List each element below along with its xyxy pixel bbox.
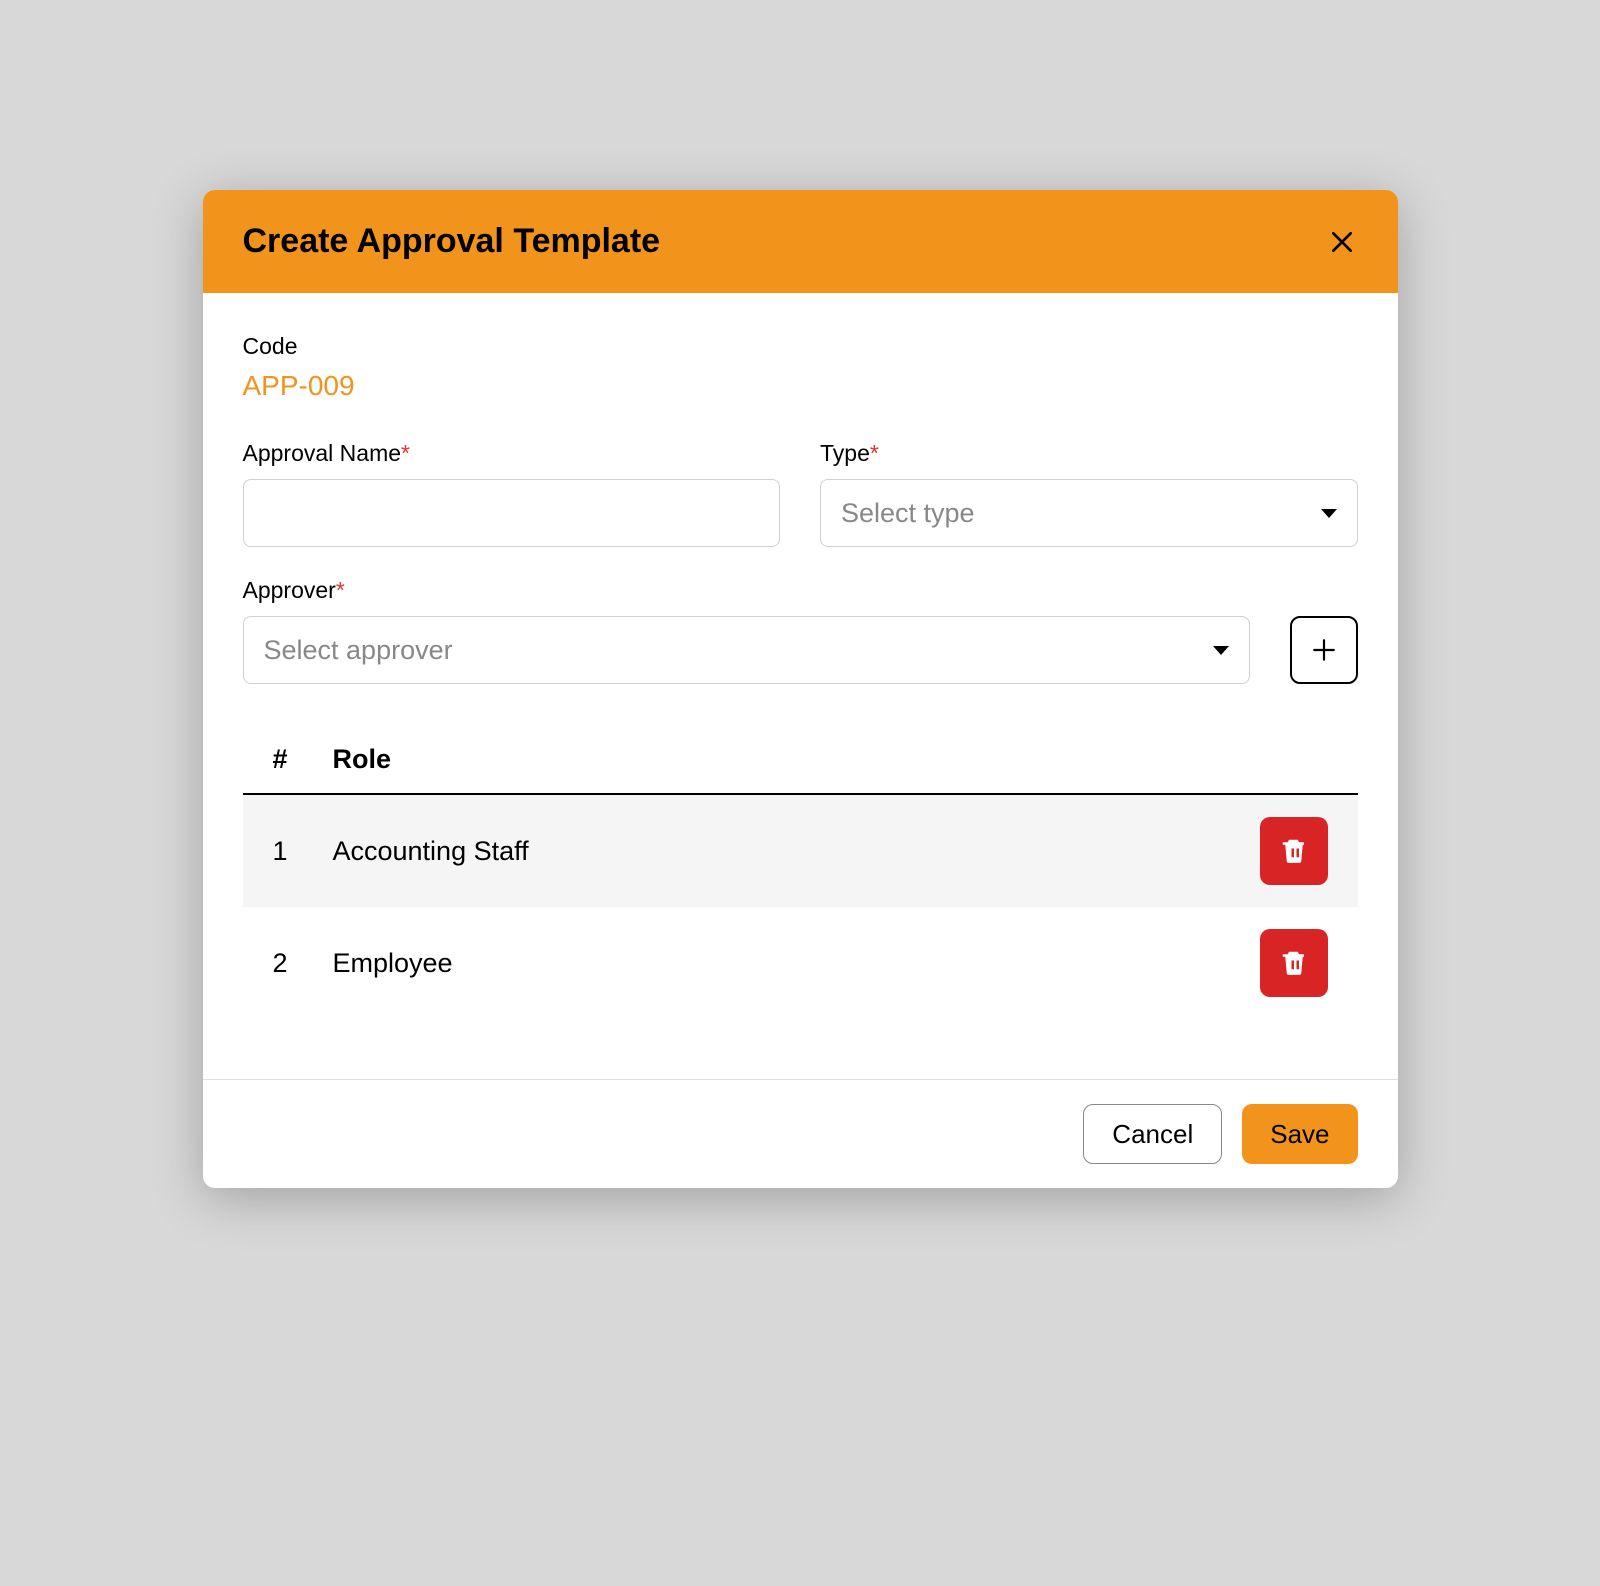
code-label: Code xyxy=(243,333,1358,360)
approval-template-modal: Create Approval Template Code APP-009 Ap… xyxy=(203,190,1398,1188)
close-button[interactable] xyxy=(1326,226,1358,258)
approval-name-input[interactable] xyxy=(243,479,781,547)
approver-row: Approver* Select approver xyxy=(243,577,1358,684)
row-action xyxy=(1258,817,1328,885)
approver-placeholder: Select approver xyxy=(264,635,453,666)
row-number: 1 xyxy=(273,836,333,867)
type-label: Type* xyxy=(820,440,1358,467)
approval-name-group: Approval Name* xyxy=(243,440,781,547)
th-role: Role xyxy=(333,744,1328,775)
save-button[interactable]: Save xyxy=(1242,1104,1357,1164)
cancel-button[interactable]: Cancel xyxy=(1083,1104,1222,1164)
close-icon xyxy=(1329,229,1355,255)
type-placeholder: Select type xyxy=(841,498,975,529)
type-select[interactable]: Select type xyxy=(820,479,1358,547)
table-head: # Role xyxy=(243,744,1358,795)
code-value: APP-009 xyxy=(243,370,1358,402)
modal-body: Code APP-009 Approval Name* Type* Select… xyxy=(203,293,1398,1079)
approver-label: Approver* xyxy=(243,577,1250,604)
plus-icon xyxy=(1311,637,1337,663)
modal-header: Create Approval Template xyxy=(203,190,1398,293)
delete-row-button[interactable] xyxy=(1260,817,1328,885)
table-row: 2 Employee xyxy=(243,907,1358,1019)
table-row: 1 Accounting Staff xyxy=(243,795,1358,907)
form-row-1: Approval Name* Type* Select type xyxy=(243,440,1358,547)
approver-group: Approver* Select approver xyxy=(243,577,1250,684)
chevron-down-icon xyxy=(1321,509,1337,518)
required-asterisk: * xyxy=(336,577,345,603)
modal-title: Create Approval Template xyxy=(243,222,661,261)
trash-icon xyxy=(1279,836,1309,866)
required-asterisk: * xyxy=(870,440,879,466)
modal-footer: Cancel Save xyxy=(203,1079,1398,1188)
row-number: 2 xyxy=(273,948,333,979)
trash-icon xyxy=(1279,948,1309,978)
delete-row-button[interactable] xyxy=(1260,929,1328,997)
row-role: Accounting Staff xyxy=(333,836,1258,867)
type-group: Type* Select type xyxy=(820,440,1358,547)
approval-name-label: Approval Name* xyxy=(243,440,781,467)
add-approver-button[interactable] xyxy=(1290,616,1358,684)
table-body: 1 Accounting Staff 2 Employee xyxy=(243,795,1358,1019)
required-asterisk: * xyxy=(401,440,410,466)
th-num: # xyxy=(273,744,333,775)
row-role: Employee xyxy=(333,948,1258,979)
approver-select[interactable]: Select approver xyxy=(243,616,1250,684)
row-action xyxy=(1258,929,1328,997)
approvers-table: # Role 1 Accounting Staff xyxy=(243,744,1358,1019)
chevron-down-icon xyxy=(1213,646,1229,655)
